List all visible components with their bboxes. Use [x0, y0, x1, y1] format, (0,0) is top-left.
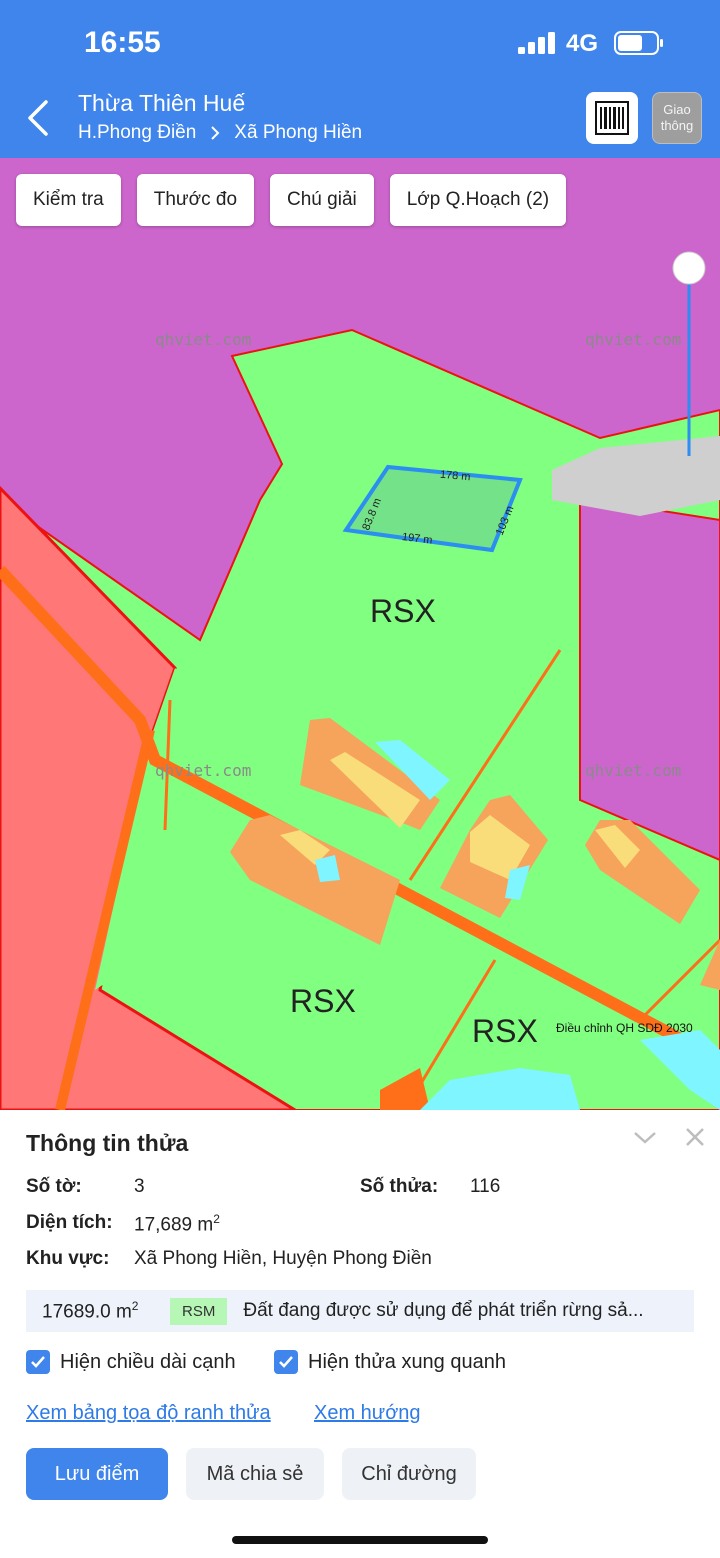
- map-view[interactable]: qhviet.com qhviet.com qhviet.com qhviet.…: [0, 158, 720, 1110]
- land-use-map[interactable]: qhviet.com qhviet.com qhviet.com qhviet.…: [0, 158, 720, 1110]
- map-toolbar: Kiểm tra Thước đo Chú giải Lớp Q.Hoạch (…: [16, 174, 567, 226]
- save-point-button[interactable]: Lưu điểm: [26, 1448, 168, 1500]
- planning-layer-button[interactable]: Lớp Q.Hoạch (2): [389, 174, 567, 226]
- area-number: 17,689 m: [134, 1214, 214, 1236]
- checkmark-icon: [31, 1356, 45, 1368]
- network-type: 4G: [566, 30, 599, 57]
- show-neighbors-checkbox[interactable]: [274, 1350, 298, 1374]
- show-neighbors-label: Hiện thửa xung quanh: [308, 1350, 506, 1373]
- breadcrumb-commune[interactable]: Xã Phong Hiền: [234, 122, 362, 144]
- zone-label: RSX: [472, 1013, 538, 1049]
- barcode-icon: [595, 101, 629, 135]
- share-code-button[interactable]: Mã chia sẻ: [186, 1448, 324, 1500]
- traffic-toggle-button[interactable]: Giao thông: [652, 92, 702, 144]
- traffic-label-line2: thông: [660, 118, 694, 133]
- opacity-slider-handle: [672, 251, 706, 285]
- home-indicator: [232, 1536, 488, 1544]
- watermark-text: qhviet.com: [155, 761, 251, 780]
- show-edges-label: Hiện chiều dài cạnh: [60, 1350, 236, 1373]
- directions-button[interactable]: Chỉ đường: [342, 1448, 476, 1500]
- parcel-number-value: 116: [470, 1176, 501, 1197]
- watermark-text: qhviet.com: [155, 330, 251, 349]
- back-arrow-icon[interactable]: [22, 96, 56, 140]
- zone-label: RSX: [370, 593, 436, 629]
- show-edges-option[interactable]: Hiện chiều dài cạnh: [26, 1350, 236, 1374]
- app-header: 16:55 4G Thừa Thiên Huế H.Phong Điền Xã …: [0, 0, 720, 158]
- sheet-label: Số tờ:: [26, 1176, 82, 1197]
- barcode-button[interactable]: [586, 92, 638, 144]
- measure-button[interactable]: Thước đo: [136, 174, 255, 226]
- province-title: Thừa Thiên Huế: [78, 90, 246, 116]
- plan-note: Điều chỉnh QH SDĐ 2030: [556, 1021, 693, 1035]
- parcel-info-panel: Thông tin thửa Số tờ: 3 Số thửa: 116 Diệ…: [0, 1110, 720, 1558]
- parcel-number-label: Số thửa:: [360, 1176, 439, 1197]
- legend-button[interactable]: Chú giải: [270, 174, 374, 226]
- check-button[interactable]: Kiểm tra: [16, 174, 121, 226]
- view-coordinates-link[interactable]: Xem bảng tọa độ ranh thửa: [26, 1402, 271, 1425]
- breadcrumb: H.Phong Điền Xã Phong Hiền: [78, 122, 362, 144]
- area-value: 17,689 m2: [134, 1212, 220, 1236]
- view-direction-link[interactable]: Xem hướng: [314, 1402, 421, 1425]
- show-neighbors-option[interactable]: Hiện thửa xung quanh: [274, 1350, 506, 1374]
- zone-label: RSX: [290, 983, 356, 1019]
- summary-area-number: 17689.0 m: [42, 1301, 132, 1323]
- close-icon[interactable]: [684, 1126, 706, 1148]
- land-description: Đất đang được sử dụng để phát triển rừng…: [243, 1300, 644, 1321]
- show-edges-checkbox[interactable]: [26, 1350, 50, 1374]
- summary-area-exponent: 2: [131, 1298, 139, 1313]
- sheet-value: 3: [134, 1176, 145, 1197]
- area-label: Diện tích:: [26, 1212, 113, 1233]
- land-code-badge: RSM: [170, 1297, 228, 1325]
- checkmark-icon: [279, 1356, 293, 1368]
- watermark-text: qhviet.com: [585, 761, 681, 780]
- status-time: 16:55: [84, 26, 161, 59]
- signal-icon: [518, 32, 555, 54]
- watermark-text: qhviet.com: [585, 330, 681, 349]
- region-value: Xã Phong Hiền, Huyện Phong Điền: [134, 1248, 432, 1269]
- breadcrumb-district[interactable]: H.Phong Điền: [78, 122, 196, 144]
- area-unit-exponent: 2: [213, 1212, 220, 1226]
- chevron-down-icon[interactable]: [632, 1126, 658, 1148]
- land-use-summary[interactable]: 17689.0 m2 RSM Đất đang được sử dụng để …: [26, 1290, 694, 1332]
- panel-title: Thông tin thửa: [26, 1130, 189, 1156]
- chevron-right-icon: [211, 126, 220, 140]
- summary-area: 17689.0 m2: [42, 1299, 166, 1323]
- battery-icon: [614, 31, 663, 55]
- traffic-label-line1: Giao: [663, 102, 691, 117]
- region-label: Khu vực:: [26, 1248, 110, 1269]
